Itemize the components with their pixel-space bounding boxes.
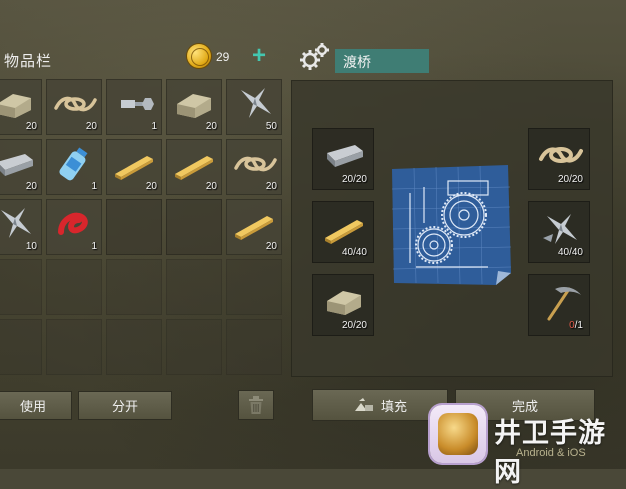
material-qty: 20/20 bbox=[557, 174, 583, 185]
item-qty: 10 bbox=[25, 241, 37, 252]
inventory-slot-empty[interactable] bbox=[46, 319, 102, 375]
water-bottle-icon bbox=[59, 147, 88, 181]
fill-button[interactable]: 填充 bbox=[312, 389, 448, 421]
material-qty: 0/1 bbox=[569, 320, 583, 331]
item-qty: 20 bbox=[265, 181, 277, 192]
iron-bar-icon bbox=[0, 154, 33, 176]
bolt-nut-icon bbox=[121, 98, 154, 110]
gears-icon bbox=[300, 43, 329, 70]
add-coins-button[interactable]: + bbox=[252, 42, 266, 70]
item-qty: 20 bbox=[205, 181, 217, 192]
inventory-slot[interactable]: 20 bbox=[46, 79, 102, 135]
iron-bar-icon bbox=[327, 145, 363, 167]
fill-icon bbox=[354, 398, 373, 411]
stone-icon bbox=[177, 94, 211, 118]
item-qty: 20 bbox=[265, 241, 277, 252]
metal-scrap-icon bbox=[543, 214, 577, 244]
rope-icon bbox=[234, 156, 277, 172]
inventory-slot-empty[interactable] bbox=[166, 259, 222, 315]
material-slot[interactable]: 40/40 bbox=[312, 201, 374, 263]
material-slot[interactable]: 20/20 bbox=[312, 128, 374, 190]
item-qty: 1 bbox=[91, 241, 97, 252]
split-button[interactable]: 分开 bbox=[78, 391, 172, 420]
item-qty: 50 bbox=[265, 121, 277, 132]
coin-count: 29 bbox=[216, 50, 230, 64]
wood-plank-icon bbox=[175, 156, 213, 180]
rope-icon bbox=[54, 96, 97, 112]
inventory-slot[interactable]: 1 bbox=[46, 139, 102, 195]
blueprint-icon bbox=[391, 165, 512, 285]
material-qty: 40/40 bbox=[557, 247, 583, 258]
inventory-slot-empty[interactable] bbox=[226, 259, 282, 315]
inventory-title: 物品栏 bbox=[4, 53, 53, 70]
inventory-slot[interactable]: 20 bbox=[226, 199, 282, 255]
inventory-slot[interactable]: 20 bbox=[106, 139, 162, 195]
item-qty: 20 bbox=[85, 121, 97, 132]
inventory-slot[interactable]: 20 bbox=[166, 139, 222, 195]
inventory-slot[interactable]: 1 bbox=[106, 79, 162, 135]
craft-title: 渡桥 bbox=[335, 49, 429, 73]
material-slot[interactable]: 20/20 bbox=[528, 128, 590, 190]
stone-icon bbox=[327, 291, 361, 315]
inventory-slot[interactable]: 50 bbox=[226, 79, 282, 135]
item-qty: 1 bbox=[151, 121, 157, 132]
stone-icon bbox=[0, 94, 31, 118]
trash-button[interactable] bbox=[238, 390, 274, 420]
coin-icon bbox=[187, 44, 211, 68]
material-qty: 40/40 bbox=[341, 247, 367, 258]
material-qty: 20/20 bbox=[341, 320, 367, 331]
wood-plank-icon bbox=[325, 220, 363, 244]
trash-icon bbox=[249, 396, 263, 414]
inventory-grid: 20 20 1 20 50 20 1 20 20 20 10 1 20 bbox=[0, 79, 282, 375]
red-tape-icon bbox=[58, 212, 88, 235]
inventory-slot-empty[interactable] bbox=[166, 319, 222, 375]
inventory-slot-empty[interactable] bbox=[106, 199, 162, 255]
inventory-slot[interactable]: 20 bbox=[0, 139, 42, 195]
inventory-slot-empty[interactable] bbox=[0, 259, 42, 315]
item-qty: 20 bbox=[145, 181, 157, 192]
pickaxe-icon bbox=[547, 287, 581, 321]
watermark-logo bbox=[430, 405, 486, 463]
metal-scrap-icon bbox=[1, 208, 31, 238]
material-slot[interactable]: 20/20 bbox=[312, 274, 374, 336]
item-qty: 20 bbox=[25, 181, 37, 192]
rope-icon bbox=[539, 147, 583, 163]
inventory-slot-empty[interactable] bbox=[226, 319, 282, 375]
material-slot[interactable]: 40/40 bbox=[528, 201, 590, 263]
inventory-slot[interactable]: 20 bbox=[226, 139, 282, 195]
item-qty: 20 bbox=[25, 121, 37, 132]
item-qty: 20 bbox=[205, 121, 217, 132]
inventory-slot[interactable]: 20 bbox=[166, 79, 222, 135]
material-slot[interactable]: 0/1 bbox=[528, 274, 590, 336]
inventory-slot-empty[interactable] bbox=[0, 319, 42, 375]
inventory-slot-empty[interactable] bbox=[166, 199, 222, 255]
use-button[interactable]: 使用 bbox=[0, 391, 72, 420]
inventory-slot-empty[interactable] bbox=[106, 319, 162, 375]
wood-plank-icon bbox=[115, 156, 153, 180]
inventory-slot[interactable]: 1 bbox=[46, 199, 102, 255]
inventory-slot[interactable]: 20 bbox=[0, 79, 42, 135]
item-qty: 1 bbox=[91, 181, 97, 192]
watermark-subtext: Android & iOS bbox=[516, 447, 586, 459]
inventory-slot[interactable]: 10 bbox=[0, 199, 42, 255]
inventory-slot-empty[interactable] bbox=[46, 259, 102, 315]
fill-label: 填充 bbox=[380, 398, 407, 414]
metal-scrap-icon bbox=[241, 88, 271, 118]
material-qty: 20/20 bbox=[341, 174, 367, 185]
inventory-slot-empty[interactable] bbox=[106, 259, 162, 315]
wood-plank-icon bbox=[235, 216, 273, 240]
